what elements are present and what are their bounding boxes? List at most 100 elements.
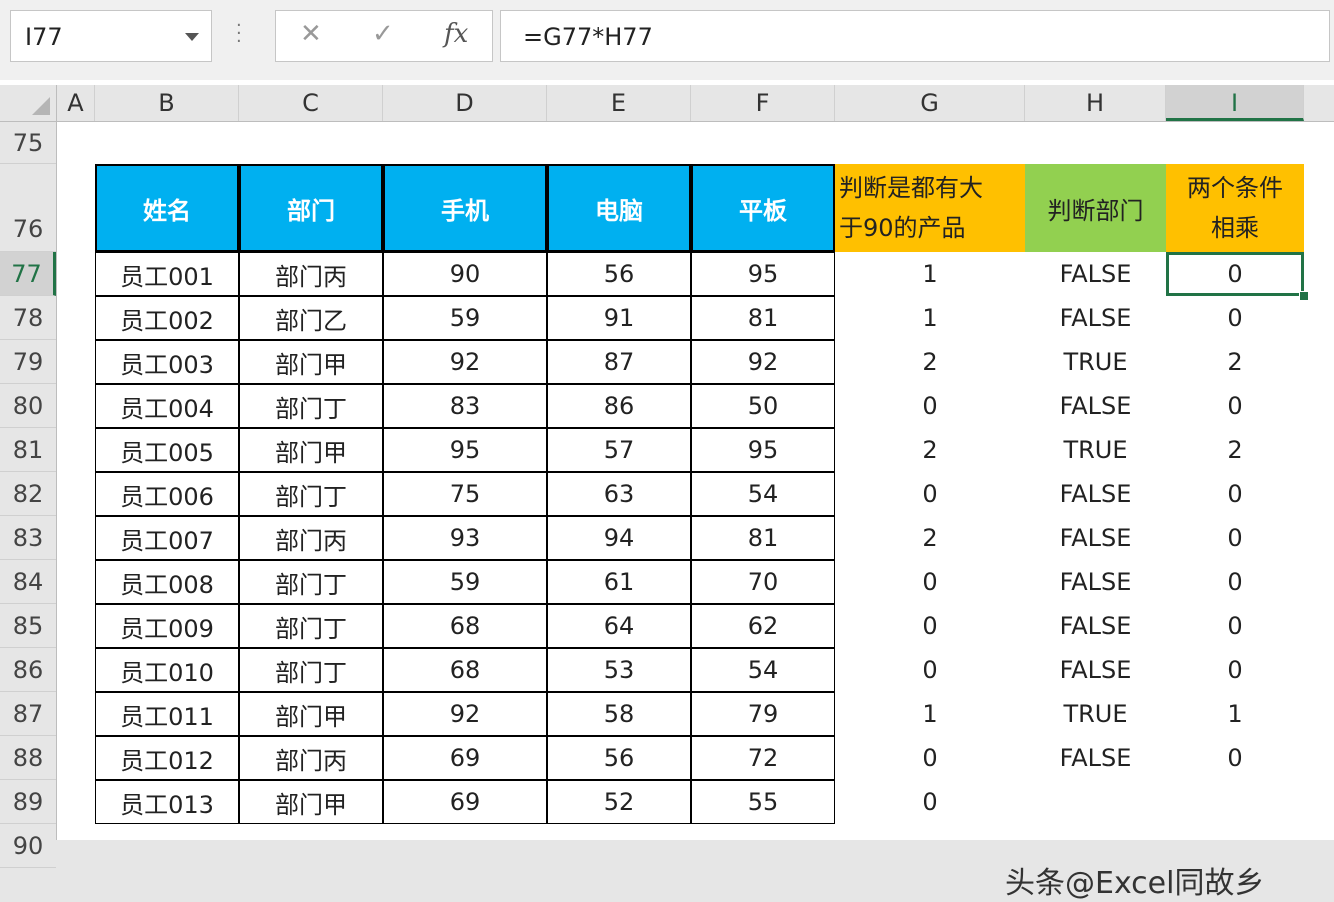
table-cell[interactable]: 员工013 — [95, 780, 239, 824]
table-cell[interactable]: 69 — [383, 780, 547, 824]
table-cell[interactable]: 0 — [835, 648, 1025, 692]
chevron-down-icon[interactable] — [185, 33, 199, 41]
table-cell[interactable]: 员工009 — [95, 604, 239, 648]
header-cell-i[interactable]: 两个条件 相乘 — [1166, 164, 1304, 252]
table-cell[interactable]: 75 — [383, 472, 547, 516]
table-cell[interactable]: 0 — [1166, 736, 1304, 780]
row-header-87[interactable]: 87 — [0, 692, 56, 736]
table-cell[interactable]: 95 — [691, 428, 835, 472]
table-cell[interactable]: 员工006 — [95, 472, 239, 516]
table-cell[interactable]: 2 — [1166, 428, 1304, 472]
table-cell[interactable] — [1166, 780, 1304, 824]
row-header-75[interactable]: 75 — [0, 122, 56, 164]
table-cell[interactable]: 92 — [691, 340, 835, 384]
table-cell[interactable]: FALSE — [1025, 736, 1166, 780]
table-cell[interactable]: 57 — [547, 428, 691, 472]
cancel-icon[interactable]: ✕ — [300, 19, 322, 49]
table-cell[interactable]: 0 — [835, 736, 1025, 780]
table-cell[interactable]: 0 — [1166, 648, 1304, 692]
table-cell[interactable]: 部门丁 — [239, 648, 383, 692]
table-cell[interactable]: 56 — [547, 252, 691, 296]
table-cell[interactable]: FALSE — [1025, 296, 1166, 340]
table-cell[interactable]: TRUE — [1025, 340, 1166, 384]
row-header-83[interactable]: 83 — [0, 516, 56, 560]
table-cell[interactable]: 1 — [835, 252, 1025, 296]
table-cell[interactable]: 员工007 — [95, 516, 239, 560]
header-cell-dept[interactable]: 部门 — [239, 164, 383, 252]
table-cell[interactable]: 79 — [691, 692, 835, 736]
header-cell-h[interactable]: 判断部门 — [1025, 164, 1166, 252]
table-cell[interactable]: 0 — [1166, 516, 1304, 560]
table-cell[interactable]: 91 — [547, 296, 691, 340]
table-cell[interactable]: 员工005 — [95, 428, 239, 472]
table-cell[interactable]: 员工002 — [95, 296, 239, 340]
table-cell[interactable]: FALSE — [1025, 648, 1166, 692]
table-cell[interactable]: 部门丁 — [239, 472, 383, 516]
row-header-89[interactable]: 89 — [0, 780, 56, 824]
table-cell[interactable]: 部门甲 — [239, 340, 383, 384]
table-cell[interactable]: 90 — [383, 252, 547, 296]
header-cell-g[interactable]: 判断是都有大 于90的产品 — [835, 164, 1025, 252]
header-cell-pc[interactable]: 电脑 — [547, 164, 691, 252]
row-header-79[interactable]: 79 — [0, 340, 56, 384]
table-cell[interactable]: 部门丙 — [239, 736, 383, 780]
table-cell[interactable]: 81 — [691, 296, 835, 340]
table-cell[interactable]: 92 — [383, 692, 547, 736]
table-cell[interactable]: 64 — [547, 604, 691, 648]
table-cell[interactable]: 部门甲 — [239, 692, 383, 736]
table-cell[interactable]: 员工012 — [95, 736, 239, 780]
row-header-85[interactable]: 85 — [0, 604, 56, 648]
table-cell[interactable]: 部门甲 — [239, 780, 383, 824]
column-header-c[interactable]: C — [239, 85, 383, 121]
select-all-button[interactable] — [0, 85, 57, 121]
row-header-77[interactable]: 77 — [0, 252, 56, 296]
table-cell[interactable]: 0 — [835, 780, 1025, 824]
table-cell[interactable]: 部门丙 — [239, 252, 383, 296]
table-cell[interactable]: 92 — [383, 340, 547, 384]
table-cell[interactable]: FALSE — [1025, 472, 1166, 516]
table-cell[interactable]: 0 — [835, 560, 1025, 604]
row-header-90[interactable]: 90 — [0, 824, 56, 868]
table-cell[interactable]: 95 — [383, 428, 547, 472]
table-cell[interactable]: 86 — [547, 384, 691, 428]
table-cell[interactable]: 1 — [1166, 692, 1304, 736]
table-cell[interactable]: FALSE — [1025, 252, 1166, 296]
row-header-80[interactable]: 80 — [0, 384, 56, 428]
table-cell[interactable]: TRUE — [1025, 428, 1166, 472]
table-cell[interactable]: FALSE — [1025, 560, 1166, 604]
table-cell[interactable]: 员工003 — [95, 340, 239, 384]
header-cell-name[interactable]: 姓名 — [95, 164, 239, 252]
table-cell[interactable]: 72 — [691, 736, 835, 780]
row-header-84[interactable]: 84 — [0, 560, 56, 604]
table-cell[interactable]: 54 — [691, 472, 835, 516]
table-cell[interactable]: 50 — [691, 384, 835, 428]
table-cell[interactable]: 54 — [691, 648, 835, 692]
table-cell[interactable]: 61 — [547, 560, 691, 604]
table-cell[interactable]: 59 — [383, 560, 547, 604]
table-cell[interactable]: 2 — [835, 428, 1025, 472]
column-header-g[interactable]: G — [835, 85, 1025, 121]
table-cell[interactable]: 0 — [835, 604, 1025, 648]
table-cell[interactable]: 0 — [1166, 384, 1304, 428]
column-header-e[interactable]: E — [547, 85, 691, 121]
table-cell[interactable]: 0 — [1166, 252, 1309, 301]
formula-value[interactable]: =G77*H77 — [523, 23, 653, 51]
table-cell[interactable]: 53 — [547, 648, 691, 692]
table-cell[interactable]: 0 — [1166, 560, 1304, 604]
table-cell[interactable]: 部门丙 — [239, 516, 383, 560]
table-cell[interactable]: 部门丁 — [239, 560, 383, 604]
name-box-value[interactable]: I77 — [25, 23, 63, 51]
column-header-a[interactable]: A — [57, 85, 95, 121]
table-cell[interactable]: 70 — [691, 560, 835, 604]
table-cell[interactable]: 93 — [383, 516, 547, 560]
more-options-icon[interactable]: · · · — [236, 17, 242, 51]
table-cell[interactable]: 部门丁 — [239, 384, 383, 428]
row-header-76[interactable]: 76 — [0, 164, 56, 252]
column-header-i[interactable]: I — [1166, 85, 1304, 121]
column-header-b[interactable]: B — [95, 85, 239, 121]
table-cell[interactable]: TRUE — [1025, 692, 1166, 736]
table-cell[interactable]: 部门甲 — [239, 428, 383, 472]
table-cell[interactable]: 0 — [835, 384, 1025, 428]
row-header-88[interactable]: 88 — [0, 736, 56, 780]
table-cell[interactable]: FALSE — [1025, 384, 1166, 428]
